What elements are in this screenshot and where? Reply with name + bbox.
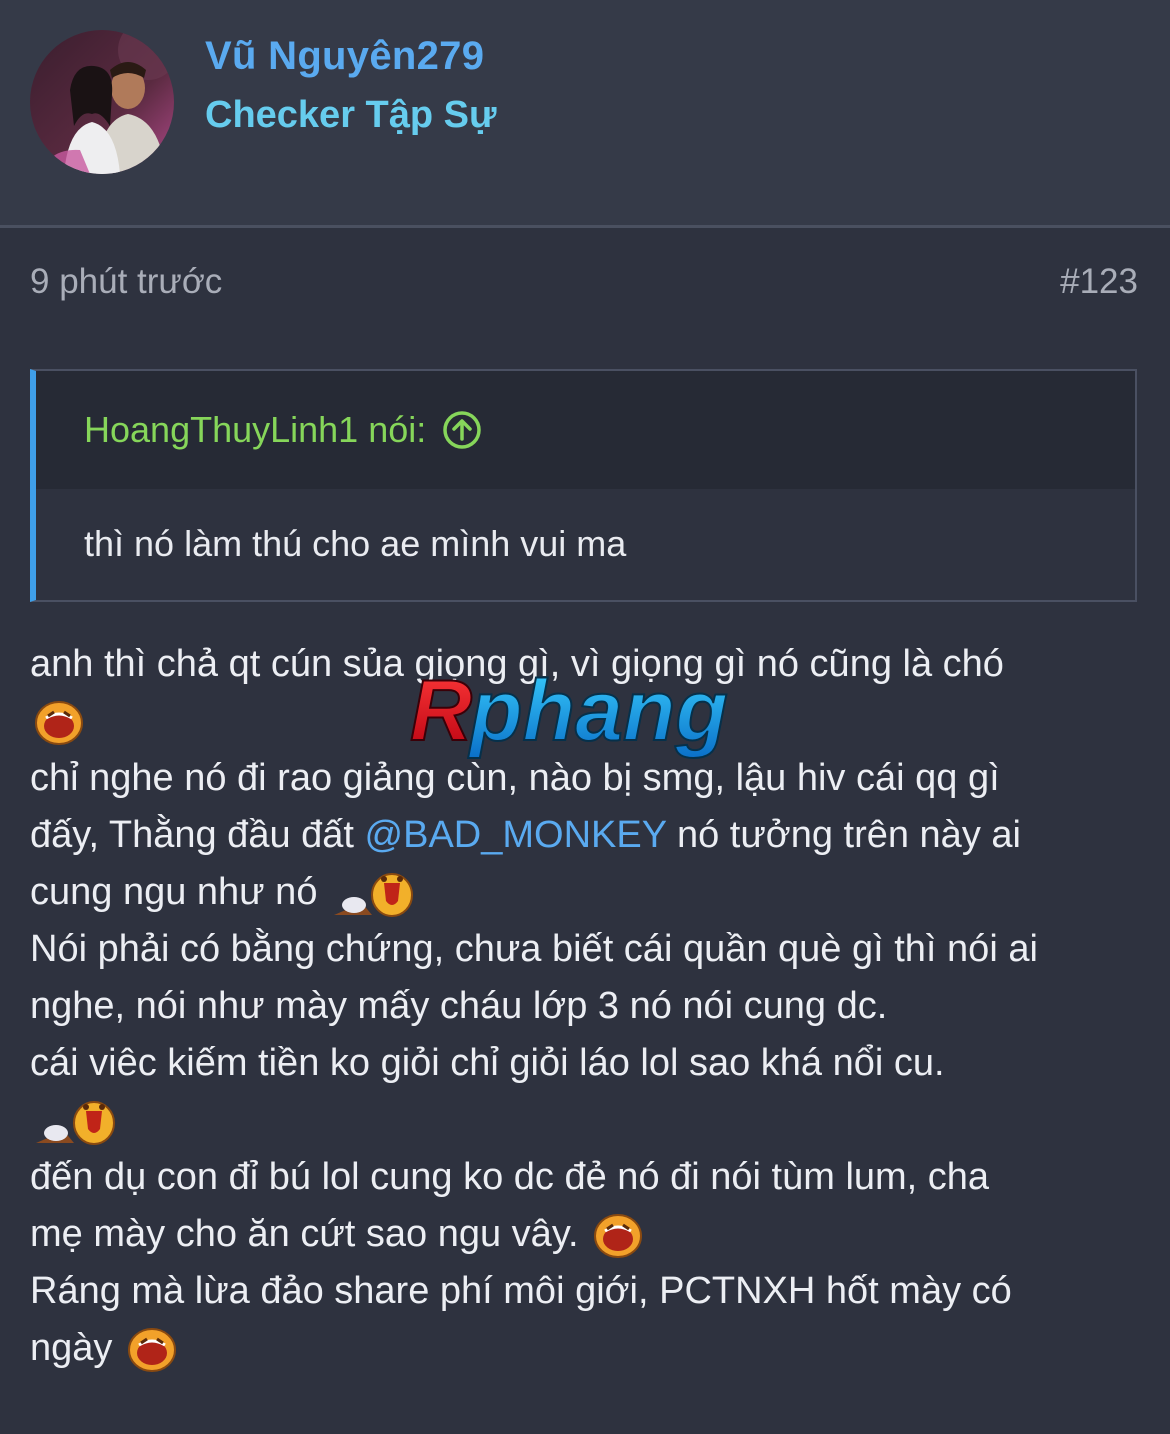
body-line: nó tưởng trên này ai xyxy=(666,814,1021,856)
avatar-image xyxy=(30,30,174,174)
post-meta: 9 phút trước #123 xyxy=(0,260,1170,304)
body-line: Nói phải có bằng chứng, chưa biết cái qu… xyxy=(30,928,1038,970)
quote-text: thì nó làm thú cho ae mình vui ma xyxy=(84,523,627,564)
laughing-emoji-icon xyxy=(593,1213,643,1259)
rolling-laugh-emoji-icon xyxy=(332,869,416,919)
username[interactable]: Vũ Nguyên279 xyxy=(205,34,484,79)
user-header: Vũ Nguyên279 Checker Tập Sự xyxy=(0,0,1170,228)
body-line: ngày xyxy=(30,1327,123,1369)
body-line: cái viêc kiếm tiền ko giỏi chỉ giỏi láo … xyxy=(30,1042,945,1084)
quote-block: HoangThuyLinh1 nói: thì nó làm thú cho a… xyxy=(30,369,1137,602)
body-line: đến dụ con đỉ bú lol cung ko dc đẻ nó đi… xyxy=(30,1156,990,1198)
quote-author[interactable]: HoangThuyLinh1 nói: xyxy=(84,409,482,451)
user-title: Checker Tập Sự xyxy=(205,94,497,136)
body-line: chỉ nghe nó đi rao giảng cùn, nào bị smg… xyxy=(30,757,1000,799)
body-line: nghe, nói như mày mấy cháu lớp 3 nó nói … xyxy=(30,985,888,1027)
user-mention-link[interactable]: @BAD_MONKEY xyxy=(365,814,667,856)
post-number[interactable]: #123 xyxy=(1060,262,1138,302)
quote-author-label: HoangThuyLinh1 nói: xyxy=(84,409,427,450)
body-line: Ráng mà lừa đảo share phí môi giới, PCTN… xyxy=(30,1270,1012,1312)
post-body: anh thì chả qt cún sủa giọng gì, vì giọn… xyxy=(30,636,1140,1377)
body-line: đấy, Thằng đầu đất xyxy=(30,814,365,856)
body-line: mẹ mày cho ăn cứt sao ngu vây. xyxy=(30,1213,590,1255)
post-time[interactable]: 9 phút trước xyxy=(30,262,222,302)
laughing-emoji-icon xyxy=(127,1327,177,1373)
quote-header: HoangThuyLinh1 nói: xyxy=(36,371,1135,489)
laughing-emoji-icon xyxy=(34,700,84,746)
body-line: cung ngu như nó xyxy=(30,871,329,913)
avatar[interactable] xyxy=(30,30,174,174)
rolling-laugh-emoji-icon xyxy=(34,1097,118,1147)
body-line: anh thì chả qt cún sủa giọng gì, vì giọn… xyxy=(30,643,1004,685)
arrow-up-circle-icon[interactable] xyxy=(442,410,482,450)
